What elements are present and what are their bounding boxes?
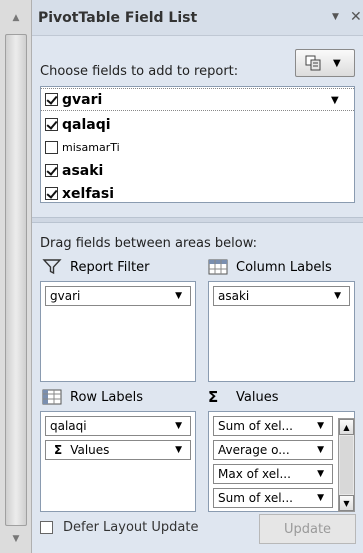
sheet-scrollbar[interactable]: ▲ ▼ xyxy=(0,0,32,553)
field-row-xelfasi[interactable]: xelfasi xyxy=(41,182,354,202)
defer-label: Defer Layout Update xyxy=(63,520,199,535)
pill-label: Values xyxy=(70,443,110,457)
section-splitter[interactable] xyxy=(32,217,363,223)
close-icon[interactable]: ✕ xyxy=(350,9,362,25)
chevron-down-icon: ▼ xyxy=(333,58,341,69)
column-labels-icon xyxy=(208,259,228,275)
layout-icon xyxy=(305,55,321,71)
filter-icon xyxy=(42,259,62,275)
chevron-down-icon[interactable]: ▼ xyxy=(175,421,182,431)
field-list[interactable]: gvari ▼ qalaqi misamarTi asaki xelfasi xyxy=(40,86,355,203)
row-labels-icon xyxy=(42,389,62,405)
field-name: xelfasi xyxy=(62,185,114,202)
pill-label: gvari xyxy=(50,289,81,303)
column-labels-pill[interactable]: asaki ▼ xyxy=(213,286,350,306)
pill-label: Sum of xel... xyxy=(218,491,293,505)
scroll-down-icon[interactable]: ▼ xyxy=(339,495,354,511)
values-header: Σ Values xyxy=(208,387,278,407)
column-labels-label: Column Labels xyxy=(236,259,332,275)
drag-fields-label: Drag fields between areas below: xyxy=(40,236,258,251)
scroll-up-icon[interactable]: ▲ xyxy=(339,419,354,435)
values-pill[interactable]: Sum of xel... ▼ xyxy=(213,488,333,508)
pill-label: Average o... xyxy=(218,443,290,457)
field-name: asaki xyxy=(62,162,104,179)
row-labels-area[interactable]: qalaqi ▼ Σ Values ▼ xyxy=(40,411,196,512)
values-label: Values xyxy=(236,389,279,405)
report-filter-header: Report Filter xyxy=(42,257,149,277)
values-pill[interactable]: Max of xel... ▼ xyxy=(213,464,333,484)
field-name: misamarTi xyxy=(62,141,120,154)
field-row-misamarti[interactable]: misamarTi xyxy=(41,136,354,159)
field-checkbox[interactable] xyxy=(45,187,58,200)
title-bar: PivotTable Field List ▼ ✕ xyxy=(32,0,363,36)
scroll-thumb[interactable] xyxy=(5,34,27,526)
choose-fields-label: Choose fields to add to report: xyxy=(40,64,239,79)
field-name: qalaqi xyxy=(62,116,111,133)
report-filter-label: Report Filter xyxy=(70,259,150,275)
row-labels-header: Row Labels xyxy=(42,387,143,407)
chevron-down-icon[interactable]: ▼ xyxy=(175,445,182,455)
field-checkbox[interactable] xyxy=(45,118,58,131)
pill-label: qalaqi xyxy=(50,419,87,433)
chevron-down-icon[interactable]: ▼ xyxy=(317,445,324,455)
report-filter-area[interactable]: gvari ▼ xyxy=(40,281,196,382)
pivot-field-list-pane: PivotTable Field List ▼ ✕ Choose fields … xyxy=(32,0,363,553)
pane-title: PivotTable Field List xyxy=(38,10,198,26)
pill-label: Max of xel... xyxy=(218,467,291,481)
field-row-qalaqi[interactable]: qalaqi xyxy=(41,113,354,136)
chevron-down-icon[interactable]: ▼ xyxy=(334,291,341,301)
chevron-down-icon[interactable]: ▼ xyxy=(175,291,182,301)
scroll-down-arrow-icon[interactable]: ▼ xyxy=(0,527,32,551)
field-layout-button[interactable]: ▼ xyxy=(295,49,355,77)
sigma-icon: Σ xyxy=(54,443,63,457)
values-pill[interactable]: Average o... ▼ xyxy=(213,440,333,460)
field-checkbox[interactable] xyxy=(45,93,58,106)
update-button[interactable]: Update xyxy=(259,514,356,544)
column-labels-header: Column Labels xyxy=(208,257,332,277)
field-checkbox[interactable] xyxy=(45,141,58,154)
field-row-gvari[interactable]: gvari ▼ xyxy=(41,88,354,111)
defer-checkbox[interactable] xyxy=(40,521,53,534)
scroll-up-arrow-icon[interactable]: ▲ xyxy=(0,6,32,30)
chevron-down-icon[interactable]: ▼ xyxy=(317,493,324,503)
chevron-down-icon[interactable]: ▼ xyxy=(317,469,324,479)
report-filter-pill[interactable]: gvari ▼ xyxy=(45,286,191,306)
field-checkbox[interactable] xyxy=(45,164,58,177)
values-area[interactable]: Sum of xel... ▼ Average o... ▼ Max of xe… xyxy=(208,411,355,512)
row-labels-label: Row Labels xyxy=(70,389,144,405)
values-pill[interactable]: Sum of xel... ▼ xyxy=(213,416,333,436)
pill-label: asaki xyxy=(218,289,250,303)
column-labels-area[interactable]: asaki ▼ xyxy=(208,281,355,382)
pill-label: Sum of xel... xyxy=(218,419,293,433)
values-scroll-thumb[interactable] xyxy=(340,436,353,494)
values-scrollbar[interactable]: ▲ ▼ xyxy=(338,418,355,512)
defer-layout-update[interactable]: Defer Layout Update xyxy=(40,520,198,535)
row-labels-pill-values[interactable]: Σ Values ▼ xyxy=(45,440,191,460)
field-dropdown-icon[interactable]: ▼ xyxy=(331,95,339,106)
field-row-asaki[interactable]: asaki xyxy=(41,159,354,182)
chevron-down-icon[interactable]: ▼ xyxy=(317,421,324,431)
field-name: gvari xyxy=(62,91,103,108)
sigma-icon: Σ xyxy=(208,388,219,406)
row-labels-pill-qalaqi[interactable]: qalaqi ▼ xyxy=(45,416,191,436)
pane-options-dropdown-icon[interactable]: ▼ xyxy=(332,12,339,22)
